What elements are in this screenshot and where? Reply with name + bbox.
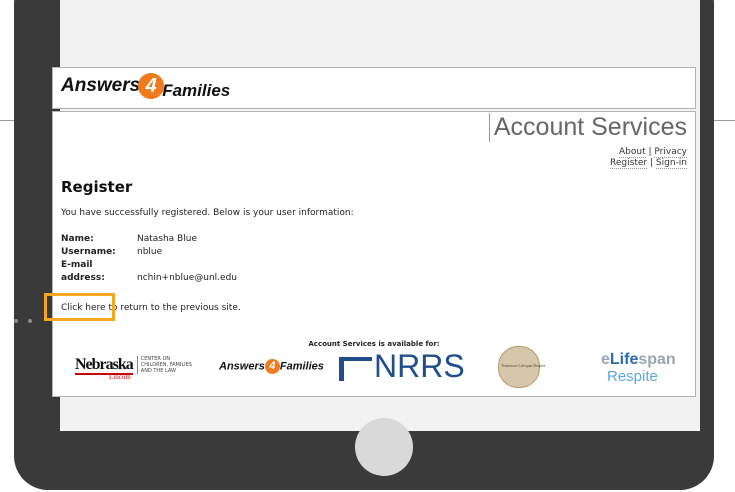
answers4families-logo[interactable]: Answers 4 Families: [61, 73, 231, 101]
register-link[interactable]: Register: [610, 158, 648, 169]
field-label: Username:: [61, 247, 116, 257]
logo-text: Answers: [219, 360, 265, 373]
info-row-username: Username: nblue: [61, 246, 237, 259]
field-label: E-mail address:: [61, 260, 105, 283]
logo-text: Answers: [61, 75, 141, 97]
user-info: Name: Natasha Blue Username: nblue E-mail …: [61, 233, 237, 285]
logo-text: NRRS: [374, 348, 465, 384]
tennessee-respite-seal[interactable]: Tennessee Lifespan Respite: [498, 346, 545, 388]
answers4families-partner-logo[interactable]: Answers 4 Families: [219, 359, 324, 374]
field-value: Natasha Blue: [137, 234, 197, 244]
link-separator: |: [649, 158, 654, 168]
field-label: Name:: [61, 234, 94, 244]
info-row-email: E-mail address: nchin+nblue@unl.edu: [61, 259, 237, 285]
return-text: to return to the previous site.: [105, 303, 241, 313]
logo-text: Families: [279, 360, 324, 373]
site-header: Answers 4 Families: [52, 67, 696, 109]
field-value: nchin+nblue@unl.edu: [137, 273, 237, 283]
register-heading: Register: [61, 178, 133, 196]
page-title: Account Services: [488, 113, 687, 142]
elifespan-respite-logo[interactable]: eLifespan Respite: [601, 351, 676, 386]
logo-text: e: [601, 351, 610, 368]
home-button[interactable]: [355, 418, 413, 476]
logo-text: Families: [162, 81, 231, 101]
logo-four-icon: 4: [138, 73, 165, 99]
logo-text: Lincoln: [109, 373, 131, 381]
logo-text: span: [638, 351, 676, 368]
available-for-label: Account Services is available for:: [308, 340, 440, 348]
logo-text: Life: [609, 351, 639, 368]
link-separator: |: [648, 147, 652, 157]
logo-text: CENTER ON CHILDREN, FAMILIES AND THE LAW: [136, 355, 193, 374]
privacy-link[interactable]: Privacy: [654, 147, 687, 158]
unl-ccfl-logo[interactable]: Nebraska CENTER ON CHILDREN, FAMILIES AND…: [75, 354, 193, 381]
logo-text: Tennessee Lifespan Respite: [501, 363, 546, 368]
side-dots: [14, 308, 42, 327]
top-links: About | Privacy Register | Sign-in: [610, 147, 687, 169]
click-here-highlight: [44, 293, 115, 321]
account-services-panel: Account Services About | Privacy Registe…: [52, 111, 696, 397]
info-row-name: Name: Natasha Blue: [61, 233, 237, 246]
logo-four-icon: 4: [264, 359, 280, 374]
nrrs-logo[interactable]: NRRS: [339, 348, 465, 385]
success-message: You have successfully registered. Below …: [61, 208, 354, 218]
field-value: nblue: [137, 247, 163, 257]
logo-text: Respite: [607, 368, 658, 385]
sign-in-link[interactable]: Sign-in: [655, 158, 687, 169]
about-link[interactable]: About: [619, 147, 646, 158]
nrrs-mark-icon: [339, 356, 372, 381]
